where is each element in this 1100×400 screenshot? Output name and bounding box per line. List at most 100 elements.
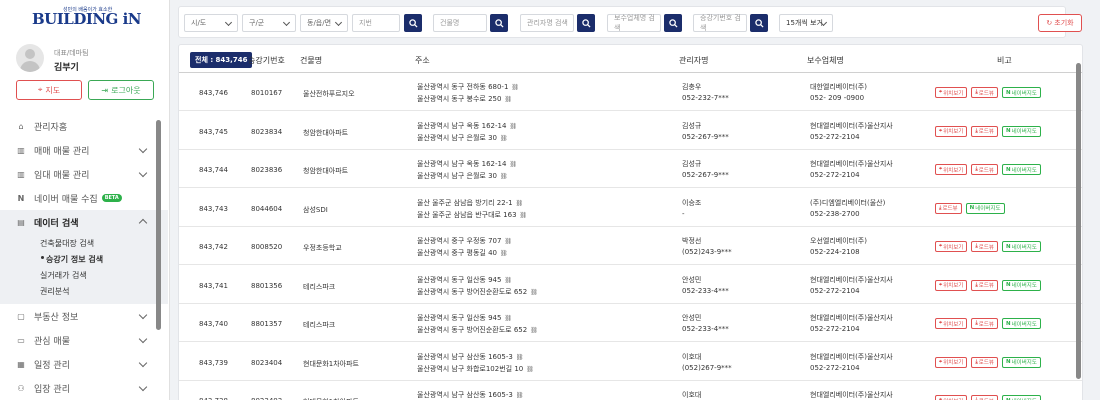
search-button-maintenance[interactable] [664,14,682,32]
dong-select[interactable]: 동/읍/면 [300,14,348,32]
naver-map-button[interactable]: N네이버지도 [1001,395,1041,400]
page-size-select[interactable]: 15개씩 보기 [779,14,833,32]
table-row[interactable]: 843,746 8010167 울산전하푸르지오 울산광역시 동구 전하동 680-1… [179,73,1082,111]
link-icon[interactable]: ⛓ [504,277,512,284]
naver-map-button[interactable]: N네이버지도 [1001,164,1041,175]
elevator-number: 8801357 [251,320,283,328]
roadview-button[interactable]: ⤓로드뷰 [971,241,998,252]
naver-map-button[interactable]: N네이버지도 [1001,279,1041,291]
naver-map-button[interactable]: N네이버지도 [965,202,1005,214]
search-button-manager[interactable] [577,14,595,32]
table-row[interactable]: 843,739 8023404 현대문화1차아파트 울산광역시 남구 삼산동 1605… [179,343,1082,381]
naver-map-button[interactable]: N네이버지도 [1001,241,1041,252]
elevator-number-input[interactable]: 승강기번호 검색 [693,14,747,32]
sidebar-item-realestate-info[interactable]: ▢ 부동산 정보 [0,304,168,328]
maintenance-input[interactable]: 보수업체명 검색 [607,14,661,32]
gugun-select[interactable]: 구/군 [242,14,296,32]
address-lot-text: 울산광역시 남구 옥동 162-14 [417,121,507,130]
action-label: 로드뷰 [978,167,994,174]
link-icon[interactable]: ⛓ [530,289,538,296]
roadview-button[interactable]: ⤓로드뷰 [935,202,962,214]
table-row[interactable]: 843,742 8008520 우정초등학교 울산광역시 중구 우정동 707 ⛓ 울산광… [179,227,1082,265]
sidebar-item-favorites[interactable]: ▭ 관심 매물 [0,328,168,352]
link-icon[interactable]: ⛓ [504,96,512,103]
jibun-input[interactable]: 지번 [352,14,400,32]
table-row[interactable]: 843,7388023403현대문화1차아파트울산광역시 남구 삼산동 1605… [179,381,1082,400]
sidebar-item-schedule[interactable]: ▦ 일정 관리 [0,352,168,376]
manager-phone: 052-233-4*** [682,325,729,333]
logout-button[interactable]: ⇥ 로그아웃 [88,80,154,100]
table-icon: ▤ [17,217,25,227]
building-name: 삼성SDI [303,205,328,214]
search-button-building[interactable] [490,14,508,32]
sidebar-item-naver-collect[interactable]: N 네이버 매물 수집 BETA [0,186,168,210]
building-name: 울산전하푸르지오 [303,90,355,98]
link-icon[interactable]: ⛓ [526,366,534,373]
search-button-elevator[interactable] [750,14,768,32]
location-view-button[interactable]: ⌖위치보기 [935,87,968,98]
naver-map-button[interactable]: N네이버지도 [1001,87,1041,98]
roadview-button[interactable]: ⤓로드뷰 [971,395,998,400]
submenu-real-price[interactable]: 실거래가 검색 [0,268,168,284]
manager-input[interactable]: 관리자명 검색 [520,14,574,32]
roadview-button[interactable]: ⤓로드뷰 [971,125,998,137]
link-icon[interactable]: ⛓ [509,123,517,130]
table-row[interactable]: 843,743 8044604 삼성SDI 울산 울주군 삼남읍 방기리 22-1 ⛓ 울… [179,189,1082,227]
search-button-address[interactable] [404,14,422,32]
submenu-rights-analysis[interactable]: 권리분석 [0,284,168,300]
submenu-building-register[interactable]: 건축물대장 검색 [0,236,168,252]
building-icon: ▥ [17,169,25,179]
table-row[interactable]: 843,741 8801356 테리스파크 울산광역시 동구 일산동 945 ⛓ 울산광역… [179,266,1082,304]
link-icon[interactable]: ⛓ [504,238,512,245]
table-row[interactable]: 843,745 8023834 청암한대아파트 울산광역시 남구 옥동 162-14 ⛓… [179,112,1082,150]
link-icon[interactable]: ⛓ [520,212,528,219]
link-icon[interactable]: ⛓ [516,392,524,399]
manager-name: 김성규 [682,160,702,168]
sidebar-item-label: 부동산 정보 [34,312,79,323]
location-view-button[interactable]: ⌖위치보기 [935,125,968,137]
chevron-down-icon [138,144,148,154]
roadview-button[interactable]: ⤓로드뷰 [971,87,998,98]
sidebar-item-sale-listings[interactable]: ▥ 매매 매물 관리 [0,138,168,162]
link-icon[interactable]: ⛓ [511,84,519,91]
naver-map-button[interactable]: N네이버지도 [1001,356,1041,368]
submenu-elevator-search[interactable]: 승강기 정보 검색 [0,252,168,268]
link-icon[interactable]: ⛓ [500,173,508,180]
link-icon[interactable]: ⛓ [504,315,512,322]
table-row[interactable]: 843,740 8801357 테리스파크 울산광역시 동구 일산동 945 ⛓ 울산광역… [179,304,1082,342]
link-icon[interactable]: ⛓ [500,135,508,142]
manager-phone: 052-233-4*** [682,286,729,295]
sidebar-item-data-search[interactable]: ▤ 데이터 검색 [0,210,168,234]
reset-button[interactable]: ↻ 초기화 [1038,14,1082,32]
location-view-button[interactable]: ⌖위치보기 [935,395,968,400]
link-icon[interactable]: ⛓ [509,161,517,168]
link-icon[interactable]: ⛓ [516,200,524,207]
location-view-button[interactable]: ⌖위치보기 [935,356,968,368]
roadview-button[interactable]: ⤓로드뷰 [971,356,998,368]
sidebar-item-entry[interactable]: ⚇ 입장 관리 [0,376,168,400]
link-icon[interactable]: ⛓ [516,354,524,361]
roadview-button[interactable]: ⤓로드뷰 [971,318,998,329]
sidebar-item-admin-home[interactable]: ⌂ 관리자홈 [0,114,168,138]
building-name: 청암한대아파트 [303,128,349,137]
sido-select[interactable]: 시/도 [184,14,238,32]
table-scrollbar[interactable] [1076,63,1081,379]
brand-logo[interactable]: 성민의 배움이가 효소한 BUILDING iN [32,4,142,28]
search-icon [668,18,678,28]
sidebar-scrollbar[interactable] [156,120,161,330]
location-view-button[interactable]: ⌖위치보기 [935,241,968,252]
roadview-button[interactable]: ⤓로드뷰 [971,164,998,175]
link-icon[interactable]: ⛓ [530,327,538,334]
naver-map-button[interactable]: N네이버지도 [1001,318,1041,329]
table-row[interactable]: 843,744 8023836 청암한대아파트 울산광역시 남구 옥동 162-14 ⛓… [179,150,1082,188]
location-view-button[interactable]: ⌖위치보기 [935,279,968,291]
link-icon[interactable]: ⛓ [500,250,508,257]
sidebar-item-lease-listings[interactable]: ▥ 임대 매물 관리 [0,162,168,186]
location-view-button[interactable]: ⌖위치보기 [935,318,968,329]
building-name-input[interactable]: 건물명 [433,14,487,32]
location-view-button[interactable]: ⌖위치보기 [935,164,968,175]
naver-icon: N [17,193,25,203]
roadview-button[interactable]: ⤓로드뷰 [971,279,998,291]
naver-map-button[interactable]: N네이버지도 [1001,125,1041,137]
map-button[interactable]: ⌖ 지도 [16,80,82,100]
